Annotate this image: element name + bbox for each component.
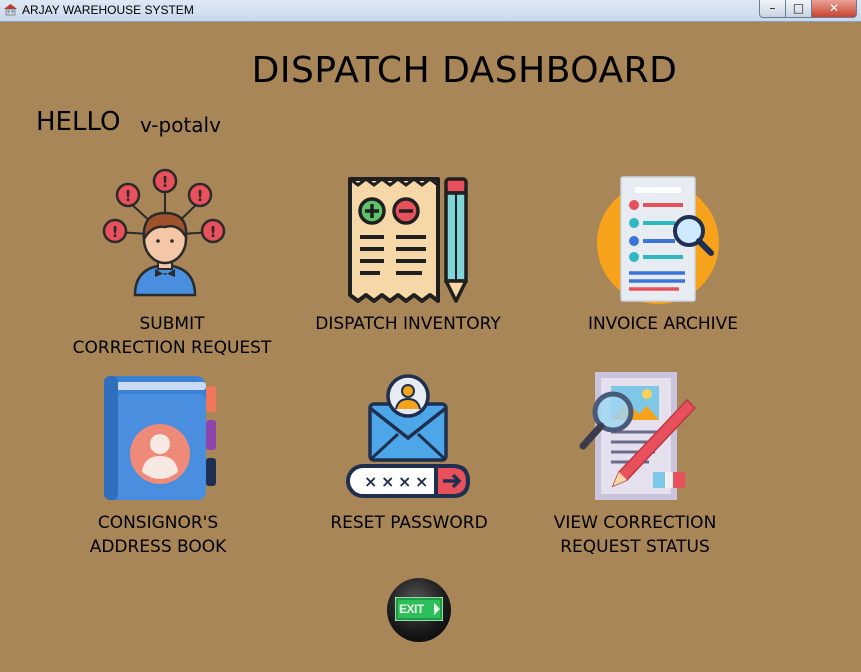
svg-text:×: × xyxy=(364,472,377,491)
minimize-icon: – xyxy=(769,1,776,15)
document-edit-search-icon xyxy=(579,372,697,500)
exit-label: EXIT xyxy=(399,602,424,616)
close-icon: ✕ xyxy=(828,1,840,15)
tile-label: RESET PASSWORD xyxy=(330,513,488,533)
receipt-and-pencil-icon xyxy=(348,177,468,303)
email-password-icon: × × × × xyxy=(346,374,471,498)
page-title: DISPATCH DASHBOARD xyxy=(251,50,678,91)
tile-label: VIEW CORRECTION REQUEST STATUS xyxy=(553,513,717,557)
svg-text:!: ! xyxy=(112,223,119,241)
tile-label: CONSIGNOR'S ADDRESS BOOK xyxy=(89,513,227,557)
app-window: ARJAY WAREHOUSE SYSTEM – □ ✕ DISPATCH DA… xyxy=(0,0,861,672)
tile-label: DISPATCH INVENTORY xyxy=(315,314,501,334)
svg-text:!: ! xyxy=(162,173,169,191)
address-book-icon xyxy=(104,376,216,500)
view-correction-request-status-button[interactable]: VIEW CORRECTION REQUEST STATUS xyxy=(545,372,735,562)
tile-label: INVOICE ARCHIVE xyxy=(587,314,739,334)
svg-text:×: × xyxy=(381,472,394,491)
greeting-label: HELLO xyxy=(36,107,121,137)
reset-password-button[interactable]: × × × × RESET PASSWORD xyxy=(320,372,500,542)
svg-text:!: ! xyxy=(210,223,217,241)
title-bar[interactable]: ARJAY WAREHOUSE SYSTEM – □ ✕ xyxy=(0,0,861,22)
submit-correction-request-button[interactable]: ! ! ! ! ! SUBMIT CORRECTION REQUEST xyxy=(60,165,271,365)
svg-text:!: ! xyxy=(197,187,204,205)
svg-text:×: × xyxy=(415,472,428,491)
person-with-alerts-icon: ! ! ! ! ! xyxy=(102,168,226,297)
svg-text:×: × xyxy=(398,472,411,491)
username-label: v-potalv xyxy=(140,113,221,137)
consignors-address-book-button[interactable]: CONSIGNOR'S ADDRESS BOOK xyxy=(60,372,260,562)
close-button[interactable]: ✕ xyxy=(811,0,857,18)
house-icon xyxy=(4,4,17,16)
document-search-icon xyxy=(597,176,719,304)
tile-label: SUBMIT CORRECTION REQUEST xyxy=(72,314,272,358)
invoice-archive-button[interactable]: INVOICE ARCHIVE xyxy=(565,175,765,345)
svg-text:!: ! xyxy=(125,187,132,205)
exit-button[interactable]: EXIT xyxy=(387,578,451,642)
minimize-button[interactable]: – xyxy=(759,0,786,18)
maximize-button[interactable]: □ xyxy=(785,0,812,18)
window-title: ARJAY WAREHOUSE SYSTEM xyxy=(22,3,194,17)
dispatch-inventory-button[interactable]: DISPATCH INVENTORY xyxy=(300,175,520,345)
maximize-icon: □ xyxy=(792,1,805,15)
